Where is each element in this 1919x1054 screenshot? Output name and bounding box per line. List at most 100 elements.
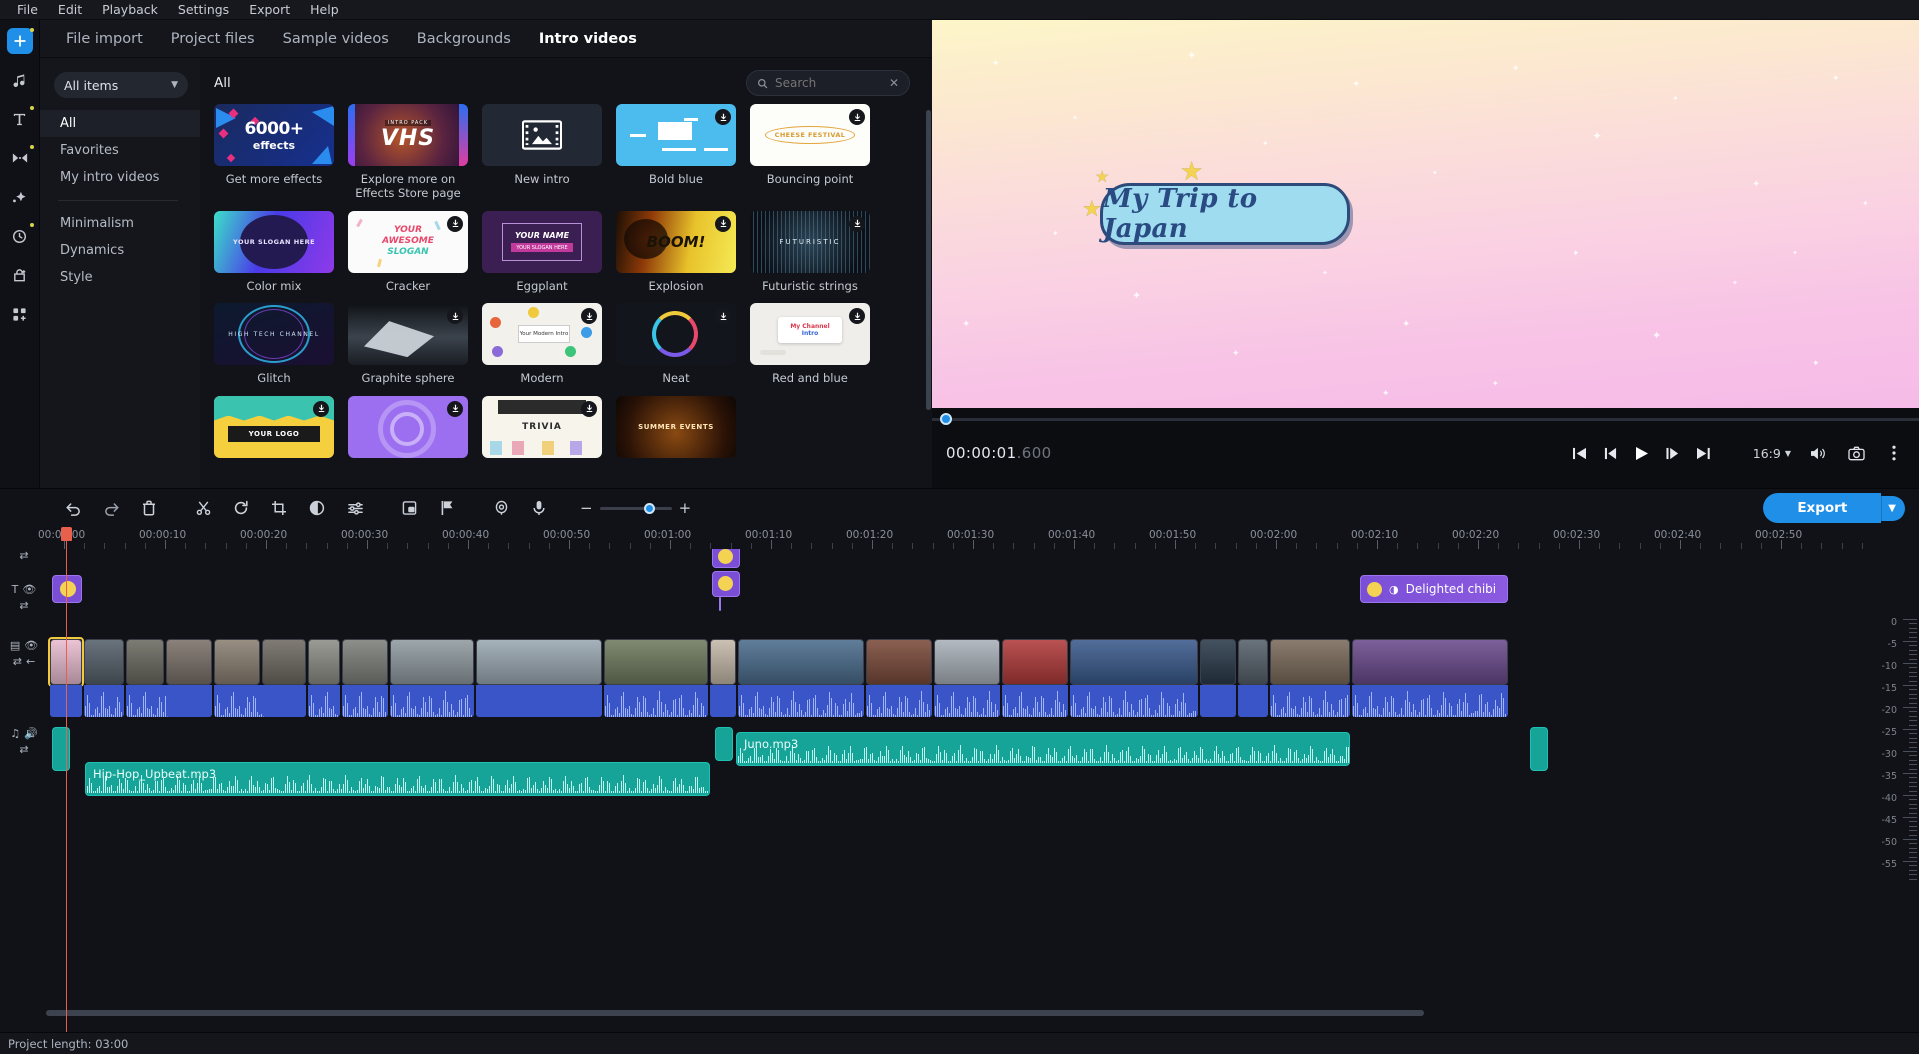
zoom-slider-track[interactable] xyxy=(599,502,672,514)
intro-thumbnail[interactable]: YOUR LOGO xyxy=(214,395,334,458)
video-clip[interactable] xyxy=(476,639,602,685)
intro-thumbnail[interactable] xyxy=(482,104,602,166)
category-favorites[interactable]: Favorites xyxy=(40,137,200,164)
play-icon[interactable] xyxy=(1631,442,1653,464)
menu-item-playback[interactable]: Playback xyxy=(93,0,167,19)
intro-card-neat[interactable]: Neat xyxy=(616,303,736,385)
video-clip[interactable] xyxy=(166,639,212,685)
skip-start-icon[interactable] xyxy=(1569,442,1591,464)
tab-sample-videos[interactable]: Sample videos xyxy=(271,23,401,55)
audio-clip-handle[interactable] xyxy=(1530,727,1548,771)
download-icon[interactable] xyxy=(849,215,865,232)
intro-card-bouncing-point[interactable]: CHEESE FESTIVAL Bouncing point xyxy=(750,104,870,201)
intro-card-futuristic-strings[interactable]: FUTURISTIC Futuristic strings xyxy=(750,210,870,293)
video-clip[interactable] xyxy=(738,639,864,685)
intro-thumbnail[interactable]: BOOM! xyxy=(616,210,736,273)
crop-button[interactable] xyxy=(260,493,298,523)
download-icon[interactable] xyxy=(715,109,731,125)
video-clip[interactable] xyxy=(262,639,306,685)
tab-intro-videos[interactable]: Intro videos xyxy=(527,23,649,55)
intro-thumbnail[interactable]: HIGH TECH CHANNEL xyxy=(214,303,334,366)
video-clip[interactable] xyxy=(604,639,708,685)
audio-clip-handle[interactable] xyxy=(52,727,70,771)
intro-thumbnail[interactable]: YOUR NAME YOUR SLOGAN HERE xyxy=(482,210,602,273)
preview-progress-knob[interactable] xyxy=(940,413,952,425)
link-icon[interactable]: ⇄ xyxy=(13,655,22,668)
mute-icon[interactable]: ⇄ xyxy=(19,743,28,756)
intro-thumbnail[interactable] xyxy=(616,303,736,366)
zoom-out-button[interactable]: − xyxy=(580,499,593,517)
video-clip[interactable] xyxy=(934,639,1000,685)
timeline-hscrollbar[interactable] xyxy=(46,1010,1859,1016)
all-items-dropdown[interactable]: All items ▼ xyxy=(54,72,188,98)
delete-button[interactable] xyxy=(130,493,168,523)
audio-button[interactable] xyxy=(7,67,33,93)
category-my-intro-videos[interactable]: My intro videos xyxy=(40,164,200,191)
stickers-button[interactable] xyxy=(7,262,33,288)
menu-item-file[interactable]: File xyxy=(8,0,47,19)
skip-end-icon[interactable] xyxy=(1693,442,1715,464)
intro-card-promo-vhs[interactable]: INTRO PACK VHS Explore more on Effects Sto… xyxy=(348,104,468,201)
titles-button[interactable] xyxy=(7,106,34,132)
volume-icon[interactable] xyxy=(1807,442,1829,464)
tab-project-files[interactable]: Project files xyxy=(159,23,267,55)
video-clip[interactable] xyxy=(214,639,260,685)
download-icon[interactable] xyxy=(447,215,463,232)
intro-card-color-mix[interactable]: YOUR SLOGAN HERE Color mix xyxy=(214,210,334,293)
intro-thumbnail[interactable]: INTRO PACK VHS xyxy=(348,104,468,166)
audio-clip[interactable]: Juno.mp3 xyxy=(736,732,1350,766)
video-clip[interactable] xyxy=(710,639,736,685)
overlay-sticker-icon[interactable] xyxy=(718,576,733,591)
intro-card-bold-blue[interactable]: Bold blue xyxy=(616,104,736,201)
transitions-button[interactable] xyxy=(7,145,34,171)
link-icon[interactable]: ⇄ xyxy=(19,599,28,612)
overlay-sticker-icon[interactable] xyxy=(60,581,76,597)
intro-card-trivia[interactable]: TRIVIA xyxy=(482,395,602,464)
category-dynamics[interactable]: Dynamics xyxy=(40,237,200,264)
download-icon[interactable] xyxy=(447,308,463,325)
gallery-scrollbar[interactable] xyxy=(926,110,931,410)
color-adjust-button[interactable] xyxy=(298,493,336,523)
intro-thumbnail[interactable]: YOUR AWESOME SLOGAN xyxy=(348,210,468,273)
intro-card-eggplant[interactable]: YOUR NAME YOUR SLOGAN HERE Eggplant xyxy=(482,210,602,293)
intro-card-explosion[interactable]: BOOM! Explosion xyxy=(616,210,736,293)
category-style[interactable]: Style xyxy=(40,264,200,291)
menu-item-edit[interactable]: Edit xyxy=(49,0,91,19)
download-icon[interactable] xyxy=(313,400,329,417)
video-clip[interactable] xyxy=(1270,639,1350,685)
download-icon[interactable] xyxy=(849,109,865,125)
tab-file-import[interactable]: File import xyxy=(54,23,155,55)
intro-card-graphite-sphere[interactable]: Graphite sphere xyxy=(348,303,468,385)
audio-clip[interactable]: Hip-Hop_Upbeat.mp3 xyxy=(85,762,710,796)
playhead-handle[interactable] xyxy=(61,527,72,541)
intro-card-your-logo[interactable]: YOUR LOGO xyxy=(214,395,334,464)
marker-button[interactable] xyxy=(428,493,466,523)
category-all[interactable]: All xyxy=(40,110,200,137)
step-forward-icon[interactable] xyxy=(1662,442,1684,464)
more-options-icon[interactable] xyxy=(1883,442,1905,464)
intro-thumbnail[interactable]: 6000+ effects xyxy=(214,104,334,166)
search-input[interactable] xyxy=(775,76,880,90)
intro-thumbnail[interactable]: FUTURISTIC xyxy=(750,210,870,273)
intro-card-red-and-blue[interactable]: My Channel Intro Red and blue xyxy=(750,303,870,385)
overlay-button[interactable] xyxy=(390,493,428,523)
download-icon[interactable] xyxy=(715,215,731,232)
snapshot-icon[interactable] xyxy=(1845,442,1867,464)
arrow-icon[interactable]: ← xyxy=(26,655,35,668)
export-button[interactable]: Export xyxy=(1763,493,1882,523)
timeline-zoom-control[interactable]: − + xyxy=(580,499,691,517)
video-clip[interactable] xyxy=(342,639,388,685)
title-clip[interactable]: ◑ Delighted chibi xyxy=(1360,575,1508,603)
video-clip[interactable] xyxy=(1200,639,1236,685)
zoom-in-button[interactable]: + xyxy=(679,499,692,517)
download-icon[interactable] xyxy=(849,308,865,325)
video-clip[interactable] xyxy=(1002,639,1068,685)
aspect-ratio-selector[interactable]: 16:9 ▼ xyxy=(1753,446,1791,461)
speaker-icon[interactable]: 🔊 xyxy=(24,727,38,740)
timeline-ruler[interactable]: 00:00:0000:00:1000:00:2000:00:3000:00:40… xyxy=(38,527,1864,549)
redo-button[interactable] xyxy=(92,493,130,523)
menu-item-help[interactable]: Help xyxy=(301,0,348,19)
more-tools-button[interactable] xyxy=(7,301,33,327)
overlay-sticker-icon[interactable] xyxy=(718,549,733,564)
intro-thumbnail[interactable]: YOUR SLOGAN HERE xyxy=(214,210,334,273)
